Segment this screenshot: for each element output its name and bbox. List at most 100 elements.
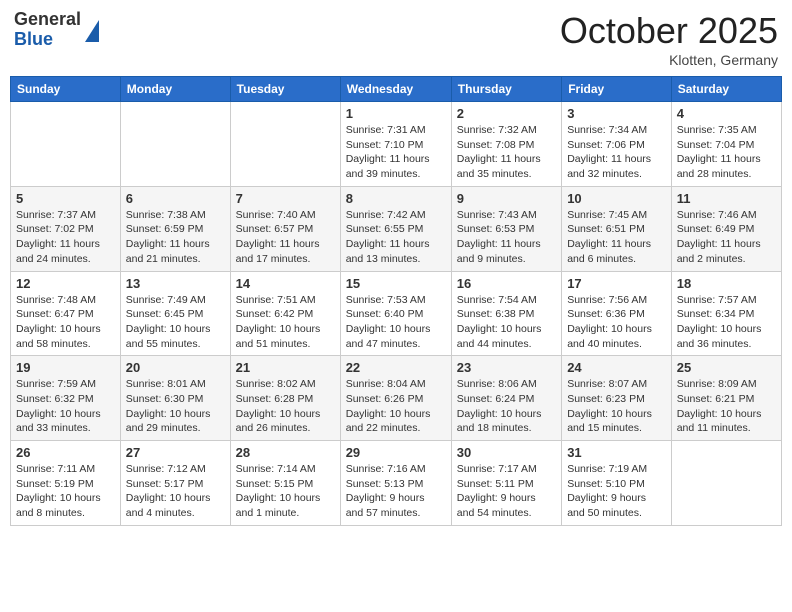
day-number: 21 [236,360,335,375]
day-content: Sunrise: 8:09 AMSunset: 6:21 PMDaylight:… [677,377,776,436]
day-number: 9 [457,191,556,206]
calendar-table: SundayMondayTuesdayWednesdayThursdayFrid… [10,76,782,526]
calendar-cell: 7Sunrise: 7:40 AMSunset: 6:57 PMDaylight… [230,186,340,271]
calendar-week-row: 1 Sunrise: 7:31 AMSunset: 7:10 PMDaylight… [11,102,782,187]
logo: General Blue [14,10,99,50]
calendar-cell: 14 Sunrise: 7:51 AMSunset: 6:42 PMDayligh… [230,271,340,356]
calendar-cell: 28 Sunrise: 7:14 AMSunset: 5:15 PMDayligh… [230,441,340,526]
day-content: Sunrise: 7:11 AMSunset: 5:19 PMDaylight:… [16,462,115,521]
calendar-cell: 8 Sunrise: 7:42 AMSunset: 6:55 PMDaylight… [340,186,451,271]
day-content: Sunrise: 7:40 AMSunset: 6:57 PMDaylight:… [236,208,335,267]
calendar-cell: 23Sunrise: 8:06 AMSunset: 6:24 PMDayligh… [451,356,561,441]
calendar-cell [671,441,781,526]
calendar-week-row: 26Sunrise: 7:11 AMSunset: 5:19 PMDayligh… [11,441,782,526]
day-number: 6 [126,191,225,206]
day-content: Sunrise: 7:19 AMSunset: 5:10 PMDaylight:… [567,462,666,521]
day-number: 11 [677,191,776,206]
logo-text: General Blue [14,10,81,50]
calendar-cell: 5 Sunrise: 7:37 AMSunset: 7:02 PMDaylight… [11,186,121,271]
day-content: Sunrise: 8:01 AMSunset: 6:30 PMDaylight:… [126,377,225,436]
day-number: 31 [567,445,666,460]
calendar-cell: 22Sunrise: 8:04 AMSunset: 6:26 PMDayligh… [340,356,451,441]
day-content: Sunrise: 7:43 AMSunset: 6:53 PMDaylight:… [457,208,556,267]
calendar-cell [230,102,340,187]
day-number: 14 [236,276,335,291]
day-content: Sunrise: 7:42 AMSunset: 6:55 PMDaylight:… [346,208,446,267]
day-number: 18 [677,276,776,291]
day-number: 27 [126,445,225,460]
day-number: 25 [677,360,776,375]
calendar-cell: 10Sunrise: 7:45 AMSunset: 6:51 PMDayligh… [562,186,672,271]
day-number: 3 [567,106,666,121]
day-number: 24 [567,360,666,375]
day-number: 15 [346,276,446,291]
calendar-cell [11,102,121,187]
calendar-cell: 3 Sunrise: 7:34 AMSunset: 7:06 PMDaylight… [562,102,672,187]
day-content: Sunrise: 7:51 AMSunset: 6:42 PMDaylight:… [236,293,335,352]
calendar-cell: 29Sunrise: 7:16 AMSunset: 5:13 PMDayligh… [340,441,451,526]
day-number: 10 [567,191,666,206]
day-content: Sunrise: 7:35 AMSunset: 7:04 PMDaylight:… [677,123,776,182]
calendar-cell: 15 Sunrise: 7:53 AMSunset: 6:40 PMDayligh… [340,271,451,356]
day-content: Sunrise: 7:17 AMSunset: 5:11 PMDaylight:… [457,462,556,521]
calendar-cell: 11 Sunrise: 7:46 AMSunset: 6:49 PMDayligh… [671,186,781,271]
weekday-header: Sunday [11,77,121,102]
weekday-header: Friday [562,77,672,102]
day-content: Sunrise: 7:34 AMSunset: 7:06 PMDaylight:… [567,123,666,182]
weekday-header: Wednesday [340,77,451,102]
day-content: Sunrise: 8:04 AMSunset: 6:26 PMDaylight:… [346,377,446,436]
calendar-cell: 25 Sunrise: 8:09 AMSunset: 6:21 PMDayligh… [671,356,781,441]
month-title: October 2025 [560,10,778,52]
day-number: 8 [346,191,446,206]
day-content: Sunrise: 7:37 AMSunset: 7:02 PMDaylight:… [16,208,115,267]
weekday-header: Monday [120,77,230,102]
day-content: Sunrise: 7:46 AMSunset: 6:49 PMDaylight:… [677,208,776,267]
weekday-header: Tuesday [230,77,340,102]
calendar-cell: 19 Sunrise: 7:59 AMSunset: 6:32 PMDayligh… [11,356,121,441]
day-content: Sunrise: 7:16 AMSunset: 5:13 PMDaylight:… [346,462,446,521]
day-content: Sunrise: 8:02 AMSunset: 6:28 PMDaylight:… [236,377,335,436]
day-content: Sunrise: 7:48 AMSunset: 6:47 PMDaylight:… [16,293,115,352]
day-content: Sunrise: 8:07 AMSunset: 6:23 PMDaylight:… [567,377,666,436]
page-header: General Blue October 2025 Klotten, Germa… [10,10,782,68]
day-number: 16 [457,276,556,291]
day-content: Sunrise: 7:14 AMSunset: 5:15 PMDaylight:… [236,462,335,521]
logo-blue: Blue [14,30,81,50]
day-number: 17 [567,276,666,291]
calendar-cell: 16 Sunrise: 7:54 AMSunset: 6:38 PMDayligh… [451,271,561,356]
location: Klotten, Germany [560,52,778,68]
calendar-cell: 12 Sunrise: 7:48 AMSunset: 6:47 PMDayligh… [11,271,121,356]
day-number: 28 [236,445,335,460]
calendar-cell: 6Sunrise: 7:38 AMSunset: 6:59 PMDaylight… [120,186,230,271]
day-content: Sunrise: 7:56 AMSunset: 6:36 PMDaylight:… [567,293,666,352]
day-number: 19 [16,360,115,375]
day-content: Sunrise: 7:54 AMSunset: 6:38 PMDaylight:… [457,293,556,352]
day-number: 20 [126,360,225,375]
day-number: 1 [346,106,446,121]
calendar-cell: 20 Sunrise: 8:01 AMSunset: 6:30 PMDayligh… [120,356,230,441]
calendar-week-row: 5 Sunrise: 7:37 AMSunset: 7:02 PMDaylight… [11,186,782,271]
calendar-cell [120,102,230,187]
calendar-week-row: 12 Sunrise: 7:48 AMSunset: 6:47 PMDayligh… [11,271,782,356]
calendar-cell: 2Sunrise: 7:32 AMSunset: 7:08 PMDaylight… [451,102,561,187]
day-content: Sunrise: 7:32 AMSunset: 7:08 PMDaylight:… [457,123,556,182]
calendar-cell: 9 Sunrise: 7:43 AMSunset: 6:53 PMDaylight… [451,186,561,271]
calendar-cell: 26Sunrise: 7:11 AMSunset: 5:19 PMDayligh… [11,441,121,526]
calendar-cell: 30Sunrise: 7:17 AMSunset: 5:11 PMDayligh… [451,441,561,526]
calendar-cell: 24 Sunrise: 8:07 AMSunset: 6:23 PMDayligh… [562,356,672,441]
calendar-cell: 1 Sunrise: 7:31 AMSunset: 7:10 PMDaylight… [340,102,451,187]
day-number: 23 [457,360,556,375]
day-content: Sunrise: 7:53 AMSunset: 6:40 PMDaylight:… [346,293,446,352]
day-number: 4 [677,106,776,121]
calendar-cell: 31 Sunrise: 7:19 AMSunset: 5:10 PMDayligh… [562,441,672,526]
day-number: 12 [16,276,115,291]
calendar-cell: 17 Sunrise: 7:56 AMSunset: 6:36 PMDayligh… [562,271,672,356]
calendar-week-row: 19 Sunrise: 7:59 AMSunset: 6:32 PMDayligh… [11,356,782,441]
day-number: 5 [16,191,115,206]
day-content: Sunrise: 7:49 AMSunset: 6:45 PMDaylight:… [126,293,225,352]
day-content: Sunrise: 7:59 AMSunset: 6:32 PMDaylight:… [16,377,115,436]
day-number: 13 [126,276,225,291]
calendar-cell: 21 Sunrise: 8:02 AMSunset: 6:28 PMDayligh… [230,356,340,441]
day-content: Sunrise: 7:31 AMSunset: 7:10 PMDaylight:… [346,123,446,182]
logo-triangle-icon [85,20,99,42]
